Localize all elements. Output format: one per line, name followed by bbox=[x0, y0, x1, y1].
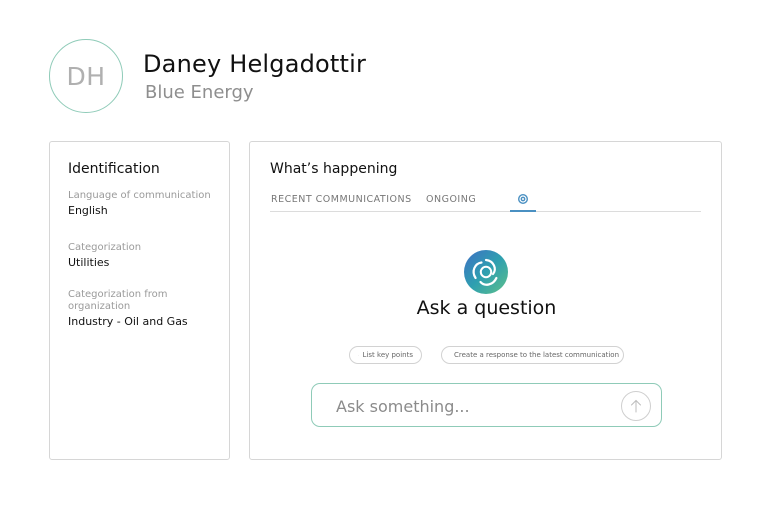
ai-assistant-icon bbox=[518, 194, 528, 204]
tab-ongoing[interactable]: ONGOING bbox=[426, 194, 476, 205]
language-value: English bbox=[68, 204, 108, 217]
categorization-label: Categorization bbox=[68, 242, 142, 253]
language-label: Language of communication bbox=[68, 190, 211, 201]
categorization-value: Utilities bbox=[68, 256, 110, 269]
identification-panel: Identification Language of communication… bbox=[49, 141, 230, 460]
contact-name: Daney Helgadottir bbox=[143, 50, 367, 78]
tab-ai-assistant[interactable] bbox=[510, 192, 536, 212]
company-name: Blue Energy bbox=[145, 82, 254, 103]
ask-box bbox=[311, 383, 662, 427]
tab-bar: RECENT COMMUNICATIONS ONGOING bbox=[270, 192, 701, 212]
ask-question-title: Ask a question bbox=[416, 297, 557, 319]
ai-logo-icon bbox=[464, 250, 508, 294]
org-categorization-label: Categorization from organization bbox=[68, 289, 168, 312]
org-categorization-value: Industry - Oil and Gas bbox=[68, 315, 188, 328]
list-key-points-chip[interactable]: List key points bbox=[349, 346, 422, 364]
send-button[interactable] bbox=[621, 391, 651, 421]
whats-happening-title: What’s happening bbox=[270, 161, 398, 177]
avatar-initials: DH bbox=[66, 61, 106, 91]
create-response-chip[interactable]: Create a response to the latest communic… bbox=[441, 346, 624, 364]
ask-input[interactable] bbox=[336, 395, 606, 417]
create-response-label: Create a response to the latest communic… bbox=[454, 351, 620, 359]
list-key-points-label: List key points bbox=[362, 351, 413, 359]
list-icon bbox=[358, 354, 359, 356]
avatar: DH bbox=[49, 39, 123, 113]
tab-recent-communications[interactable]: RECENT COMMUNICATIONS bbox=[271, 194, 412, 205]
identification-title: Identification bbox=[68, 161, 160, 177]
whats-happening-panel: What’s happening RECENT COMMUNICATIONS O… bbox=[249, 141, 722, 460]
arrow-up-icon bbox=[631, 399, 641, 413]
